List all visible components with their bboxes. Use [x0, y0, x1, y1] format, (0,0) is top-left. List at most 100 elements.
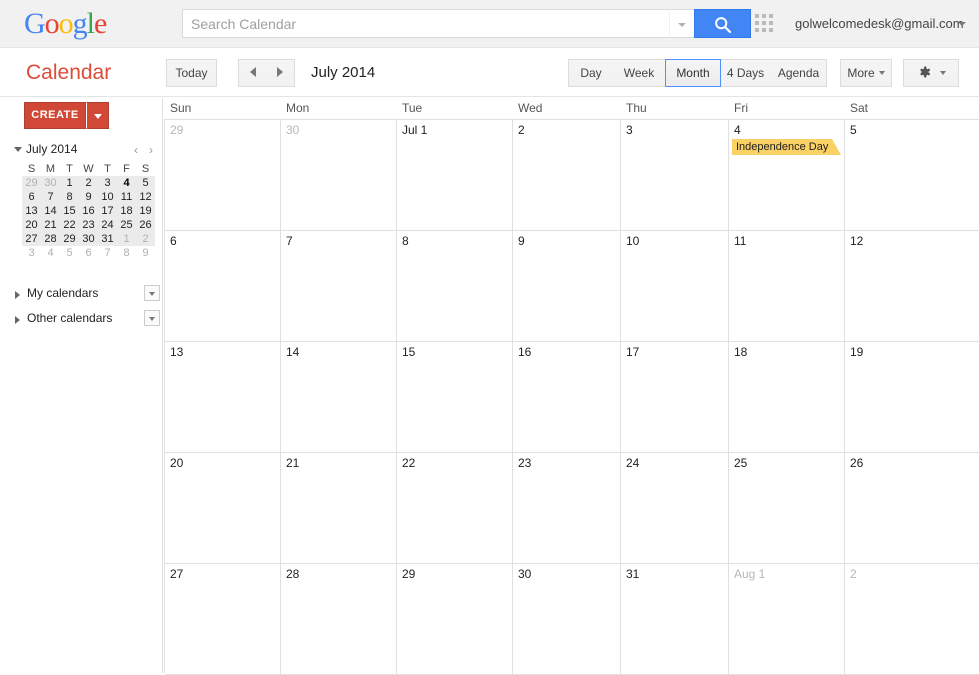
- sidebar-section-my-calendars[interactable]: My calendars: [12, 285, 160, 306]
- calendar-day-cell[interactable]: 4 Independence Day: [729, 120, 845, 231]
- calendar-day-cell[interactable]: 12: [845, 231, 979, 342]
- mini-calendar-day[interactable]: 17: [98, 204, 117, 218]
- mini-calendar-day[interactable]: 29: [22, 176, 41, 190]
- calendar-day-cell[interactable]: 20: [165, 453, 281, 564]
- calendar-day-cell[interactable]: 24: [621, 453, 729, 564]
- mini-calendar-day[interactable]: 5: [60, 246, 79, 260]
- calendar-day-cell[interactable]: 2: [845, 564, 979, 675]
- mini-calendar-day[interactable]: 30: [79, 232, 98, 246]
- calendar-day-cell[interactable]: 6: [165, 231, 281, 342]
- mini-calendar-day[interactable]: 23: [79, 218, 98, 232]
- mini-calendar-day[interactable]: 21: [41, 218, 60, 232]
- mini-calendar-day[interactable]: 14: [41, 204, 60, 218]
- mini-calendar-day[interactable]: 31: [98, 232, 117, 246]
- mini-calendar-day[interactable]: 10: [98, 190, 117, 204]
- apps-grid-icon[interactable]: [755, 14, 775, 34]
- today-button[interactable]: Today: [166, 59, 217, 87]
- calendar-day-cell[interactable]: 18: [729, 342, 845, 453]
- calendar-day-cell[interactable]: 28: [281, 564, 397, 675]
- calendar-day-cell[interactable]: 5: [845, 120, 979, 231]
- calendar-day-cell[interactable]: 21: [281, 453, 397, 564]
- next-period-button[interactable]: [266, 59, 295, 87]
- mini-calendar-collapse-caret-down-icon[interactable]: [14, 147, 22, 152]
- calendar-day-cell[interactable]: 13: [165, 342, 281, 453]
- calendar-day-cell[interactable]: 7: [281, 231, 397, 342]
- mini-calendar-day[interactable]: 11: [117, 190, 136, 204]
- mini-calendar-day[interactable]: 4: [41, 246, 60, 260]
- calendar-day-cell[interactable]: 8: [397, 231, 513, 342]
- calendar-day-cell[interactable]: 16: [513, 342, 621, 453]
- calendar-day-cell[interactable]: 14: [281, 342, 397, 453]
- view-tab-agenda[interactable]: Agenda: [771, 59, 827, 87]
- mini-calendar-day[interactable]: 9: [79, 190, 98, 204]
- mini-calendar-prev-button[interactable]: ‹: [134, 143, 138, 157]
- mini-calendar-day[interactable]: 15: [60, 204, 79, 218]
- mini-calendar-day[interactable]: 5: [136, 176, 155, 190]
- mini-calendar-day[interactable]: 20: [22, 218, 41, 232]
- mini-calendar-day[interactable]: 3: [22, 246, 41, 260]
- mini-calendar-day[interactable]: 22: [60, 218, 79, 232]
- mini-calendar-day[interactable]: 16: [79, 204, 98, 218]
- mini-calendar-day[interactable]: 18: [117, 204, 136, 218]
- other-calendars-dropdown-caret-down-icon[interactable]: [144, 310, 160, 326]
- mini-calendar-day[interactable]: 28: [41, 232, 60, 246]
- mini-calendar-day[interactable]: 13: [22, 204, 41, 218]
- calendar-day-cell[interactable]: 2: [513, 120, 621, 231]
- mini-calendar-day[interactable]: 12: [136, 190, 155, 204]
- mini-calendar-day[interactable]: 6: [22, 190, 41, 204]
- mini-calendar-day[interactable]: 19: [136, 204, 155, 218]
- mini-calendar-day[interactable]: 24: [98, 218, 117, 232]
- mini-calendar-day[interactable]: 26: [136, 218, 155, 232]
- mini-calendar-day[interactable]: 2: [136, 232, 155, 246]
- view-tab-day[interactable]: Day: [568, 59, 614, 87]
- view-tab-week[interactable]: Week: [613, 59, 666, 87]
- create-button[interactable]: CREATE: [24, 102, 86, 129]
- calendar-day-cell[interactable]: 11: [729, 231, 845, 342]
- account-email[interactable]: golwelcomedesk@gmail.com: [795, 16, 964, 31]
- prev-period-button[interactable]: [238, 59, 267, 87]
- mini-calendar-day[interactable]: 25: [117, 218, 136, 232]
- mini-calendar-day[interactable]: 1: [117, 232, 136, 246]
- calendar-day-cell[interactable]: 29: [397, 564, 513, 675]
- my-calendars-dropdown-caret-down-icon[interactable]: [144, 285, 160, 301]
- calendar-event[interactable]: Independence Day: [732, 139, 841, 155]
- calendar-day-cell[interactable]: 27: [165, 564, 281, 675]
- calendar-day-cell[interactable]: 26: [845, 453, 979, 564]
- calendar-day-cell[interactable]: 31: [621, 564, 729, 675]
- mini-calendar-day[interactable]: 29: [60, 232, 79, 246]
- mini-calendar-month-label[interactable]: July 2014: [26, 142, 77, 156]
- settings-button[interactable]: [903, 59, 959, 87]
- calendar-day-cell[interactable]: 22: [397, 453, 513, 564]
- mini-calendar-day[interactable]: 3: [98, 176, 117, 190]
- mini-calendar-day[interactable]: 6: [79, 246, 98, 260]
- mini-calendar-day[interactable]: 9: [136, 246, 155, 260]
- calendar-day-cell[interactable]: 19: [845, 342, 979, 453]
- calendar-day-cell[interactable]: 10: [621, 231, 729, 342]
- calendar-day-cell[interactable]: 30: [281, 120, 397, 231]
- calendar-day-cell[interactable]: 15: [397, 342, 513, 453]
- mini-calendar-day[interactable]: 30: [41, 176, 60, 190]
- mini-calendar-day[interactable]: 1: [60, 176, 79, 190]
- calendar-day-cell[interactable]: Aug 1: [729, 564, 845, 675]
- view-tab-month[interactable]: Month: [665, 59, 721, 87]
- mini-calendar-day[interactable]: 7: [98, 246, 117, 260]
- calendar-day-cell[interactable]: Jul 1: [397, 120, 513, 231]
- calendar-day-cell[interactable]: 3: [621, 120, 729, 231]
- calendar-day-cell[interactable]: 9: [513, 231, 621, 342]
- mini-calendar-day[interactable]: 4: [117, 176, 136, 190]
- calendar-day-cell[interactable]: 17: [621, 342, 729, 453]
- mini-calendar-day[interactable]: 8: [117, 246, 136, 260]
- search-button[interactable]: [694, 9, 751, 38]
- calendar-day-cell[interactable]: 25: [729, 453, 845, 564]
- search-input[interactable]: [182, 9, 669, 38]
- create-dropdown-caret-down-icon[interactable]: [86, 102, 109, 129]
- sidebar-section-other-calendars[interactable]: Other calendars: [12, 310, 160, 331]
- search-options-chevron-down-icon[interactable]: [670, 9, 694, 38]
- mini-calendar-day[interactable]: 7: [41, 190, 60, 204]
- calendar-day-cell[interactable]: 29: [165, 120, 281, 231]
- mini-calendar-day[interactable]: 2: [79, 176, 98, 190]
- account-chevron-down-icon[interactable]: [958, 22, 966, 26]
- calendar-day-cell[interactable]: 30: [513, 564, 621, 675]
- mini-calendar-day[interactable]: 8: [60, 190, 79, 204]
- more-button[interactable]: More: [840, 59, 892, 87]
